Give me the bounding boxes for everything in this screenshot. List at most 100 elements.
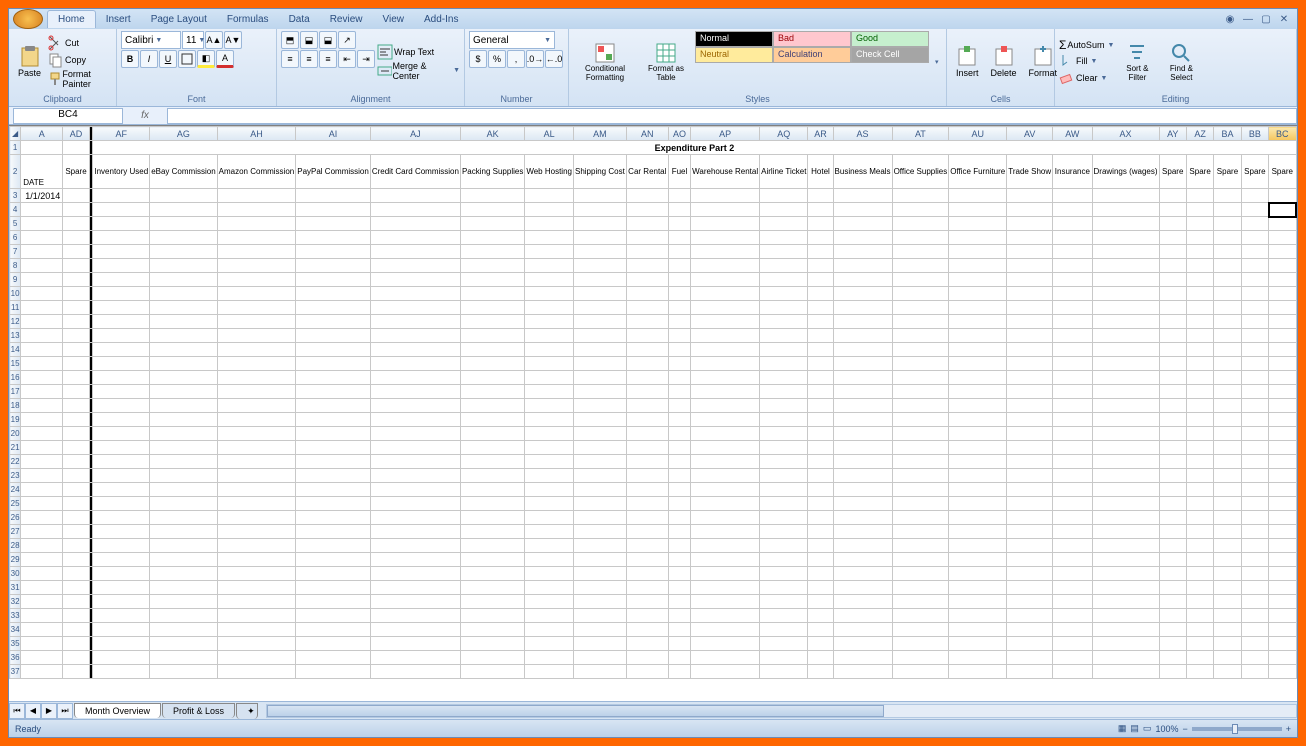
cell[interactable] <box>150 301 217 315</box>
cell[interactable] <box>691 651 760 665</box>
cell[interactable] <box>1053 637 1092 651</box>
cell[interactable] <box>668 287 690 301</box>
cell[interactable] <box>833 567 892 581</box>
cell[interactable] <box>626 567 668 581</box>
cell[interactable] <box>1053 623 1092 637</box>
cell[interactable] <box>525 665 574 679</box>
row-header-31[interactable]: 31 <box>10 581 21 595</box>
cell[interactable] <box>63 427 89 441</box>
cell[interactable] <box>833 427 892 441</box>
cell[interactable] <box>1007 273 1053 287</box>
cell[interactable] <box>1159 329 1186 343</box>
sheet-nav-last[interactable]: ⏭ <box>57 703 73 719</box>
cell[interactable] <box>1092 217 1159 231</box>
cell[interactable] <box>1092 637 1159 651</box>
cell[interactable] <box>691 581 760 595</box>
cell[interactable] <box>626 651 668 665</box>
cell[interactable] <box>833 413 892 427</box>
cell[interactable] <box>892 203 949 217</box>
cell[interactable] <box>760 553 808 567</box>
cell[interactable] <box>808 315 833 329</box>
cell[interactable] <box>63 469 89 483</box>
cell[interactable] <box>370 497 460 511</box>
cell[interactable] <box>370 385 460 399</box>
copy-button[interactable]: Copy <box>48 52 112 68</box>
cell[interactable] <box>150 343 217 357</box>
cell[interactable] <box>1214 525 1241 539</box>
cell[interactable] <box>949 231 1007 245</box>
cell[interactable] <box>668 665 690 679</box>
style-normal[interactable]: Normal <box>695 31 773 47</box>
header-cell[interactable]: Credit Card Commission <box>370 155 460 189</box>
cell[interactable] <box>573 441 626 455</box>
cell[interactable] <box>21 441 63 455</box>
cell[interactable] <box>1186 399 1213 413</box>
cell[interactable] <box>1269 315 1296 329</box>
cell[interactable] <box>833 329 892 343</box>
cell[interactable] <box>63 413 89 427</box>
cell[interactable] <box>150 287 217 301</box>
cell[interactable] <box>808 469 833 483</box>
cell[interactable] <box>217 385 296 399</box>
cell[interactable] <box>833 483 892 497</box>
cell[interactable] <box>1092 497 1159 511</box>
cell[interactable] <box>1269 581 1296 595</box>
cell[interactable] <box>808 497 833 511</box>
cell[interactable] <box>460 553 524 567</box>
cell[interactable] <box>949 455 1007 469</box>
cell[interactable] <box>626 343 668 357</box>
cell[interactable] <box>1053 651 1092 665</box>
cell[interactable] <box>1186 455 1213 469</box>
cell[interactable] <box>63 651 89 665</box>
cell[interactable] <box>296 511 371 525</box>
cell[interactable] <box>808 413 833 427</box>
cell[interactable] <box>1053 245 1092 259</box>
col-header-AZ[interactable]: AZ <box>1186 127 1213 141</box>
cell[interactable] <box>296 455 371 469</box>
cell[interactable] <box>217 637 296 651</box>
cell[interactable] <box>760 427 808 441</box>
cell[interactable] <box>808 301 833 315</box>
cell[interactable] <box>626 273 668 287</box>
cell[interactable] <box>1269 483 1296 497</box>
cell[interactable] <box>833 441 892 455</box>
cell[interactable] <box>1269 567 1296 581</box>
cell[interactable] <box>808 665 833 679</box>
align-right-button[interactable]: ≡ <box>319 50 337 68</box>
cell[interactable] <box>21 665 63 679</box>
cell[interactable] <box>892 343 949 357</box>
zoom-in-button[interactable]: + <box>1286 724 1291 734</box>
header-cell[interactable]: Trade Show <box>1007 155 1053 189</box>
cell[interactable] <box>1092 525 1159 539</box>
cell[interactable] <box>691 427 760 441</box>
cell[interactable] <box>1092 623 1159 637</box>
sheet-tab-new[interactable]: ✦ <box>236 703 258 719</box>
cell[interactable] <box>1007 231 1053 245</box>
col-header-AT[interactable]: AT <box>892 127 949 141</box>
cell[interactable] <box>949 469 1007 483</box>
cell[interactable] <box>626 329 668 343</box>
align-center-button[interactable]: ≡ <box>300 50 318 68</box>
fx-label[interactable]: fx <box>123 110 167 121</box>
cell[interactable] <box>573 469 626 483</box>
cell[interactable] <box>1159 245 1186 259</box>
cell[interactable] <box>626 301 668 315</box>
cell[interactable] <box>370 413 460 427</box>
cell[interactable] <box>892 189 949 203</box>
row-header-35[interactable]: 35 <box>10 637 21 651</box>
cell[interactable] <box>1053 315 1092 329</box>
row-header-20[interactable]: 20 <box>10 427 21 441</box>
cell[interactable] <box>1269 273 1296 287</box>
cell[interactable] <box>1269 371 1296 385</box>
cell[interactable] <box>93 581 150 595</box>
cell[interactable] <box>691 595 760 609</box>
cell[interactable] <box>1053 455 1092 469</box>
cell[interactable] <box>370 651 460 665</box>
cell[interactable] <box>949 511 1007 525</box>
cell[interactable] <box>460 483 524 497</box>
align-left-button[interactable]: ≡ <box>281 50 299 68</box>
cell[interactable] <box>21 483 63 497</box>
cell[interactable] <box>760 623 808 637</box>
cell[interactable] <box>1214 413 1241 427</box>
header-cell[interactable]: Shipping Cost <box>573 155 626 189</box>
